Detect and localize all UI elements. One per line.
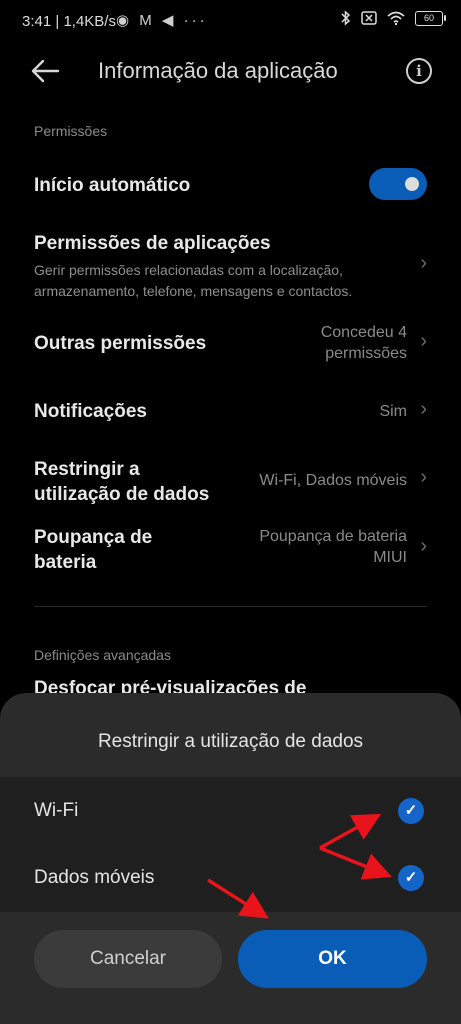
notifications-row[interactable]: Notificações Sim › — [0, 392, 461, 432]
info-icon[interactable]: i — [406, 58, 432, 84]
chevron-right-icon: › — [420, 466, 427, 488]
chevron-right-icon: › — [420, 535, 427, 557]
wifi-icon — [387, 11, 405, 25]
option-wifi[interactable]: Wi-Fi ✓ — [0, 777, 461, 844]
data-usage-label: Restringir a utilização de dados — [34, 459, 210, 505]
notifications-value: Sim — [379, 403, 407, 420]
data-usage-value: Wi-Fi, Dados móveis — [259, 472, 407, 489]
app-permissions-description: Gerir permissões relacionadas com a loca… — [34, 262, 353, 299]
toggle-knob — [405, 177, 419, 191]
wifi-checkbox[interactable]: ✓ — [398, 798, 424, 824]
battery-icon: 60 — [415, 10, 446, 26]
status-bar: 3:41 | 1,4KB/s ◉ M ◀ ··· 60 — [0, 0, 461, 44]
mobile-data-checkbox[interactable]: ✓ — [398, 865, 424, 891]
other-permissions-value: Concedeu 4 permissões — [320, 324, 407, 362]
app-permissions-row[interactable]: Permissões de aplicações Gerir permissõe… — [0, 226, 461, 302]
other-permissions-label: Outras permissões — [34, 333, 207, 354]
notification-icons: ◉ M ◀ ··· — [116, 12, 208, 29]
data-usage-row[interactable]: Restringir a utilização de dados Wi-Fi, … — [0, 452, 461, 510]
app-permissions-label: Permissões de aplicações — [34, 233, 271, 254]
option-mobile-data-label: Dados móveis — [34, 867, 155, 888]
option-wifi-label: Wi-Fi — [34, 800, 79, 821]
chevron-right-icon: › — [420, 252, 427, 274]
dialog-options: Wi-Fi ✓ Dados móveis ✓ — [0, 777, 461, 912]
autostart-toggle[interactable] — [369, 168, 427, 200]
no-sim-icon — [361, 11, 377, 25]
cancel-button[interactable]: Cancelar — [34, 930, 222, 988]
other-permissions-row[interactable]: Outras permissões Concedeu 4 permissões … — [0, 318, 461, 368]
battery-saver-label: Poupança de bateria — [34, 527, 153, 573]
restrict-data-dialog: Restringir a utilização de dados Wi-Fi ✓… — [0, 693, 461, 1024]
system-icons: 60 — [341, 10, 446, 26]
battery-saver-value: Poupança de bateria MIUI — [259, 528, 407, 566]
notifications-label: Notificações — [34, 401, 147, 422]
battery-saver-row[interactable]: Poupança de bateria Poupança de bateria … — [0, 520, 461, 578]
chevron-right-icon: › — [420, 398, 427, 420]
section-divider — [34, 606, 427, 607]
dialog-title: Restringir a utilização de dados — [97, 731, 364, 752]
option-mobile-data[interactable]: Dados móveis ✓ — [0, 845, 461, 912]
section-advanced-label: Definições avançadas — [34, 647, 171, 663]
ok-button[interactable]: OK — [238, 930, 427, 988]
autostart-label: Início automático — [34, 175, 191, 196]
chevron-right-icon: › — [420, 330, 427, 352]
status-network-speed: 1,4KB/s — [63, 13, 116, 30]
page-title: Informação da aplicação — [98, 58, 338, 83]
bluetooth-icon — [341, 10, 351, 26]
section-permissions-label: Permissões — [34, 123, 108, 139]
status-time: 3:41 — [22, 13, 52, 30]
back-arrow-icon[interactable] — [30, 58, 60, 84]
